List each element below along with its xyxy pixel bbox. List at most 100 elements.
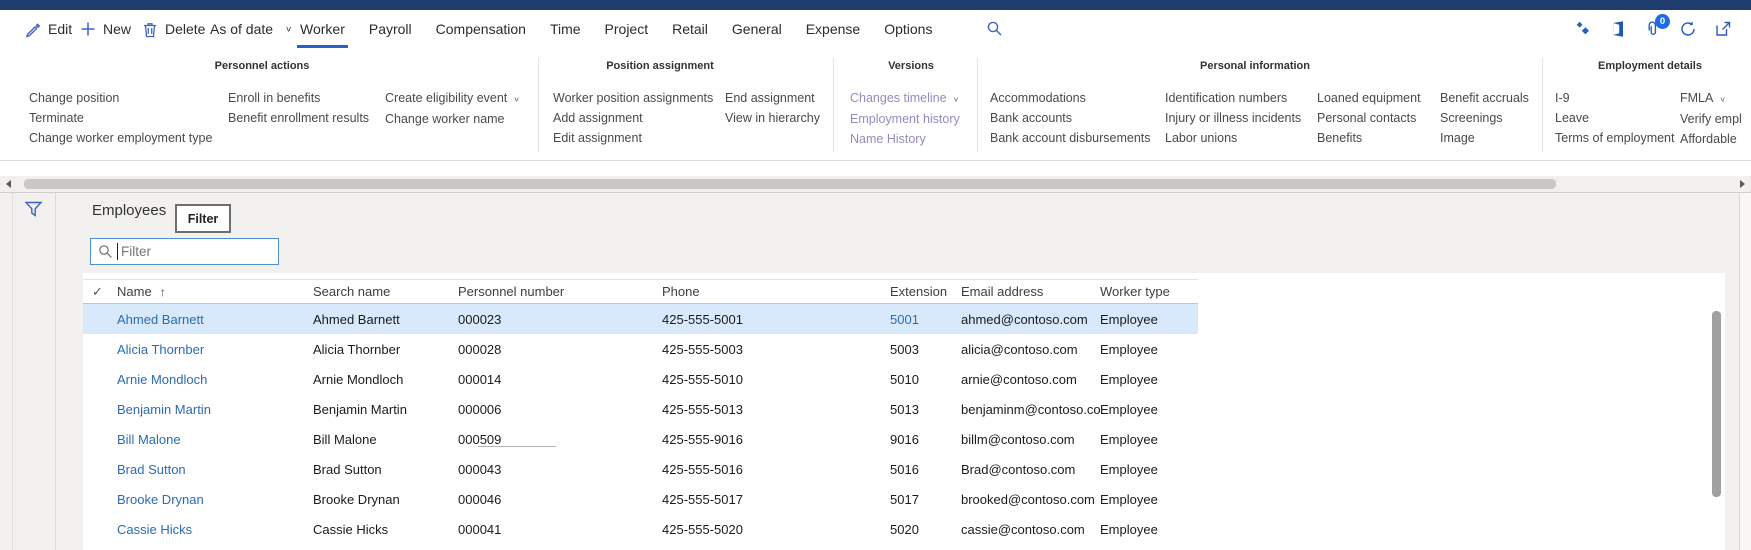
- filter-input[interactable]: [90, 238, 279, 265]
- ribbon-item-edit-assignment[interactable]: Edit assignment: [553, 128, 713, 148]
- email-cell: alicia@contoso.com: [961, 341, 1078, 357]
- search-name-cell: Ahmed Barnett: [313, 311, 400, 327]
- ribbon-item-benefits[interactable]: Benefits: [1317, 128, 1421, 148]
- open-in-new-window-icon[interactable]: [1714, 20, 1732, 38]
- ribbon-item-accommodations[interactable]: Accommodations: [990, 88, 1151, 108]
- ribbon-item-loaned-equipment[interactable]: Loaned equipment: [1317, 88, 1421, 108]
- table-row[interactable]: Bill Malone Bill Malone 000509 425-555-9…: [83, 424, 1198, 454]
- personnel-number-cell: 000006: [458, 401, 502, 417]
- tab-worker[interactable]: Worker: [297, 10, 348, 48]
- employee-name-link[interactable]: Bill Malone: [117, 432, 181, 447]
- tab-project[interactable]: Project: [605, 10, 649, 48]
- ribbon-item-enroll-in-benefits[interactable]: Enroll in benefits: [228, 88, 369, 108]
- ribbon-item-bank-accounts[interactable]: Bank accounts: [990, 108, 1151, 128]
- tab-compensation[interactable]: Compensation: [436, 10, 526, 48]
- column-header-personnel-number[interactable]: Personnel number: [458, 284, 662, 299]
- group-divider: [538, 58, 539, 152]
- ribbon-item-terminate[interactable]: Terminate: [29, 108, 212, 128]
- worker-type-cell: Employee: [1100, 491, 1158, 507]
- table-row[interactable]: Brooke Drynan Brooke Drynan 000046 425-5…: [83, 484, 1198, 514]
- tab-expense[interactable]: Expense: [806, 10, 860, 48]
- ribbon-item-screenings[interactable]: Screenings: [1440, 108, 1529, 128]
- employee-name-link[interactable]: Cassie Hicks: [117, 522, 192, 537]
- ribbon-horizontal-scrollbar[interactable]: [0, 176, 1751, 192]
- scroll-left-icon[interactable]: [6, 180, 11, 188]
- ribbon-column: Create eligibility event ∨ Change worker …: [385, 88, 520, 129]
- vertical-scrollbar-thumb[interactable]: [1712, 311, 1721, 497]
- tab-retail[interactable]: Retail: [672, 10, 708, 48]
- scroll-right-icon[interactable]: [1740, 180, 1745, 188]
- diamonds-icon[interactable]: [1574, 20, 1592, 38]
- ribbon-item-change-worker-employment-type[interactable]: Change worker employment type: [29, 128, 212, 148]
- ribbon-item-affordable-care-act[interactable]: Affordable: [1680, 129, 1742, 149]
- column-header-email[interactable]: Email address: [961, 284, 1100, 299]
- ribbon-item-change-position[interactable]: Change position: [29, 88, 212, 108]
- ribbon-item-terms-of-employment[interactable]: Terms of employment: [1555, 128, 1674, 148]
- employee-name-link[interactable]: Arnie Mondloch: [117, 372, 207, 387]
- employee-name-link[interactable]: Benjamin Martin: [117, 402, 211, 417]
- filter-tooltip: Filter: [175, 204, 231, 233]
- ribbon-item-identification-numbers[interactable]: Identification numbers: [1165, 88, 1301, 108]
- table-row[interactable]: Arnie Mondloch Arnie Mondloch 000014 425…: [83, 364, 1198, 394]
- chevron-down-icon: ∨: [952, 95, 960, 103]
- table-row[interactable]: Cassie Hicks Cassie Hicks 000041 425-555…: [83, 514, 1198, 544]
- ribbon-item-name-history[interactable]: Name History: [850, 129, 960, 149]
- employee-name-link[interactable]: Brooke Drynan: [117, 492, 204, 507]
- as-of-date-dropdown[interactable]: As of date ∨: [210, 10, 292, 48]
- employee-name-link[interactable]: Ahmed Barnett: [117, 312, 204, 327]
- column-header-extension[interactable]: Extension: [890, 284, 961, 299]
- ribbon-item-image[interactable]: Image: [1440, 128, 1529, 148]
- ribbon-item-labor-unions[interactable]: Labor unions: [1165, 128, 1301, 148]
- ribbon-item-view-in-hierarchy[interactable]: View in hierarchy: [725, 108, 820, 128]
- ribbon-item-employment-history[interactable]: Employment history: [850, 109, 960, 129]
- ribbon-item-personal-contacts[interactable]: Personal contacts: [1317, 108, 1421, 128]
- ribbon-item-benefit-enrollment-results[interactable]: Benefit enrollment results: [228, 108, 369, 128]
- edit-button[interactable]: Edit: [24, 10, 72, 48]
- tab-time[interactable]: Time: [550, 10, 581, 48]
- ribbon-item-create-eligibility-event[interactable]: Create eligibility event ∨: [385, 88, 520, 109]
- ribbon-item-injury-or-illness-incidents[interactable]: Injury or illness incidents: [1165, 108, 1301, 128]
- ribbon-item-bank-account-disbursements[interactable]: Bank account disbursements: [990, 128, 1151, 148]
- new-button[interactable]: New: [80, 10, 131, 48]
- table-row[interactable]: Ahmed Barnett Ahmed Barnett 000023 425-5…: [83, 304, 1198, 334]
- employee-name-link[interactable]: Alicia Thornber: [117, 342, 204, 357]
- employee-name-link[interactable]: Brad Sutton: [117, 462, 186, 477]
- ribbon-item-leave[interactable]: Leave: [1555, 108, 1674, 128]
- delete-button[interactable]: Delete: [142, 10, 205, 48]
- ribbon-item-verify-employment[interactable]: Verify empl: [1680, 109, 1742, 129]
- refresh-icon[interactable]: [1679, 20, 1697, 38]
- tab-general[interactable]: General: [732, 10, 782, 48]
- ribbon-item-benefit-accruals[interactable]: Benefit accruals: [1440, 88, 1529, 108]
- column-header-phone[interactable]: Phone: [662, 284, 890, 299]
- ribbon-item-changes-timeline[interactable]: Changes timeline ∨: [850, 88, 960, 109]
- phone-cell: 425-555-5017: [662, 491, 743, 507]
- ribbon-item-fmla[interactable]: FMLA ∨: [1680, 88, 1742, 109]
- extension-cell[interactable]: 5001: [890, 312, 961, 327]
- phone-cell: 425-555-5010: [662, 371, 743, 387]
- select-all-checkmark-icon[interactable]: ✓: [83, 284, 117, 300]
- group-divider: [1542, 58, 1543, 152]
- ribbon-item-end-assignment[interactable]: End assignment: [725, 88, 820, 108]
- office-apps-icon[interactable]: [1609, 20, 1627, 38]
- ribbon-item-add-assignment[interactable]: Add assignment: [553, 108, 713, 128]
- column-header-search-name[interactable]: Search name: [313, 284, 458, 299]
- horizontal-scrollbar-thumb[interactable]: [24, 179, 1556, 189]
- ribbon-item-change-worker-name[interactable]: Change worker name: [385, 109, 520, 129]
- email-cell: Brad@contoso.com: [961, 461, 1076, 477]
- tab-payroll[interactable]: Payroll: [369, 10, 412, 48]
- table-row[interactable]: Brad Sutton Brad Sutton 000043 425-555-5…: [83, 454, 1198, 484]
- ribbon-column: Worker position assignments Add assignme…: [553, 88, 713, 148]
- name-cell: Bill Malone: [117, 432, 313, 447]
- tab-options[interactable]: Options: [884, 10, 932, 48]
- attachments-paperclip-icon[interactable]: 0: [1644, 14, 1670, 38]
- ribbon-item-worker-position-assignments[interactable]: Worker position assignments: [553, 88, 713, 108]
- filter-funnel-icon[interactable]: [24, 200, 43, 224]
- table-row[interactable]: Benjamin Martin Benjamin Martin 000006 4…: [83, 394, 1198, 424]
- employees-grid: ✓ Name ↑ Search name Personnel number Pho…: [83, 279, 1198, 544]
- column-header-name[interactable]: Name ↑: [117, 284, 313, 299]
- column-header-worker-type[interactable]: Worker type: [1100, 284, 1198, 299]
- ribbon-item-i9[interactable]: I-9: [1555, 88, 1674, 108]
- pencil-icon: [24, 21, 41, 38]
- table-row[interactable]: Alicia Thornber Alicia Thornber 000028 4…: [83, 334, 1198, 364]
- search-icon[interactable]: [986, 20, 1003, 42]
